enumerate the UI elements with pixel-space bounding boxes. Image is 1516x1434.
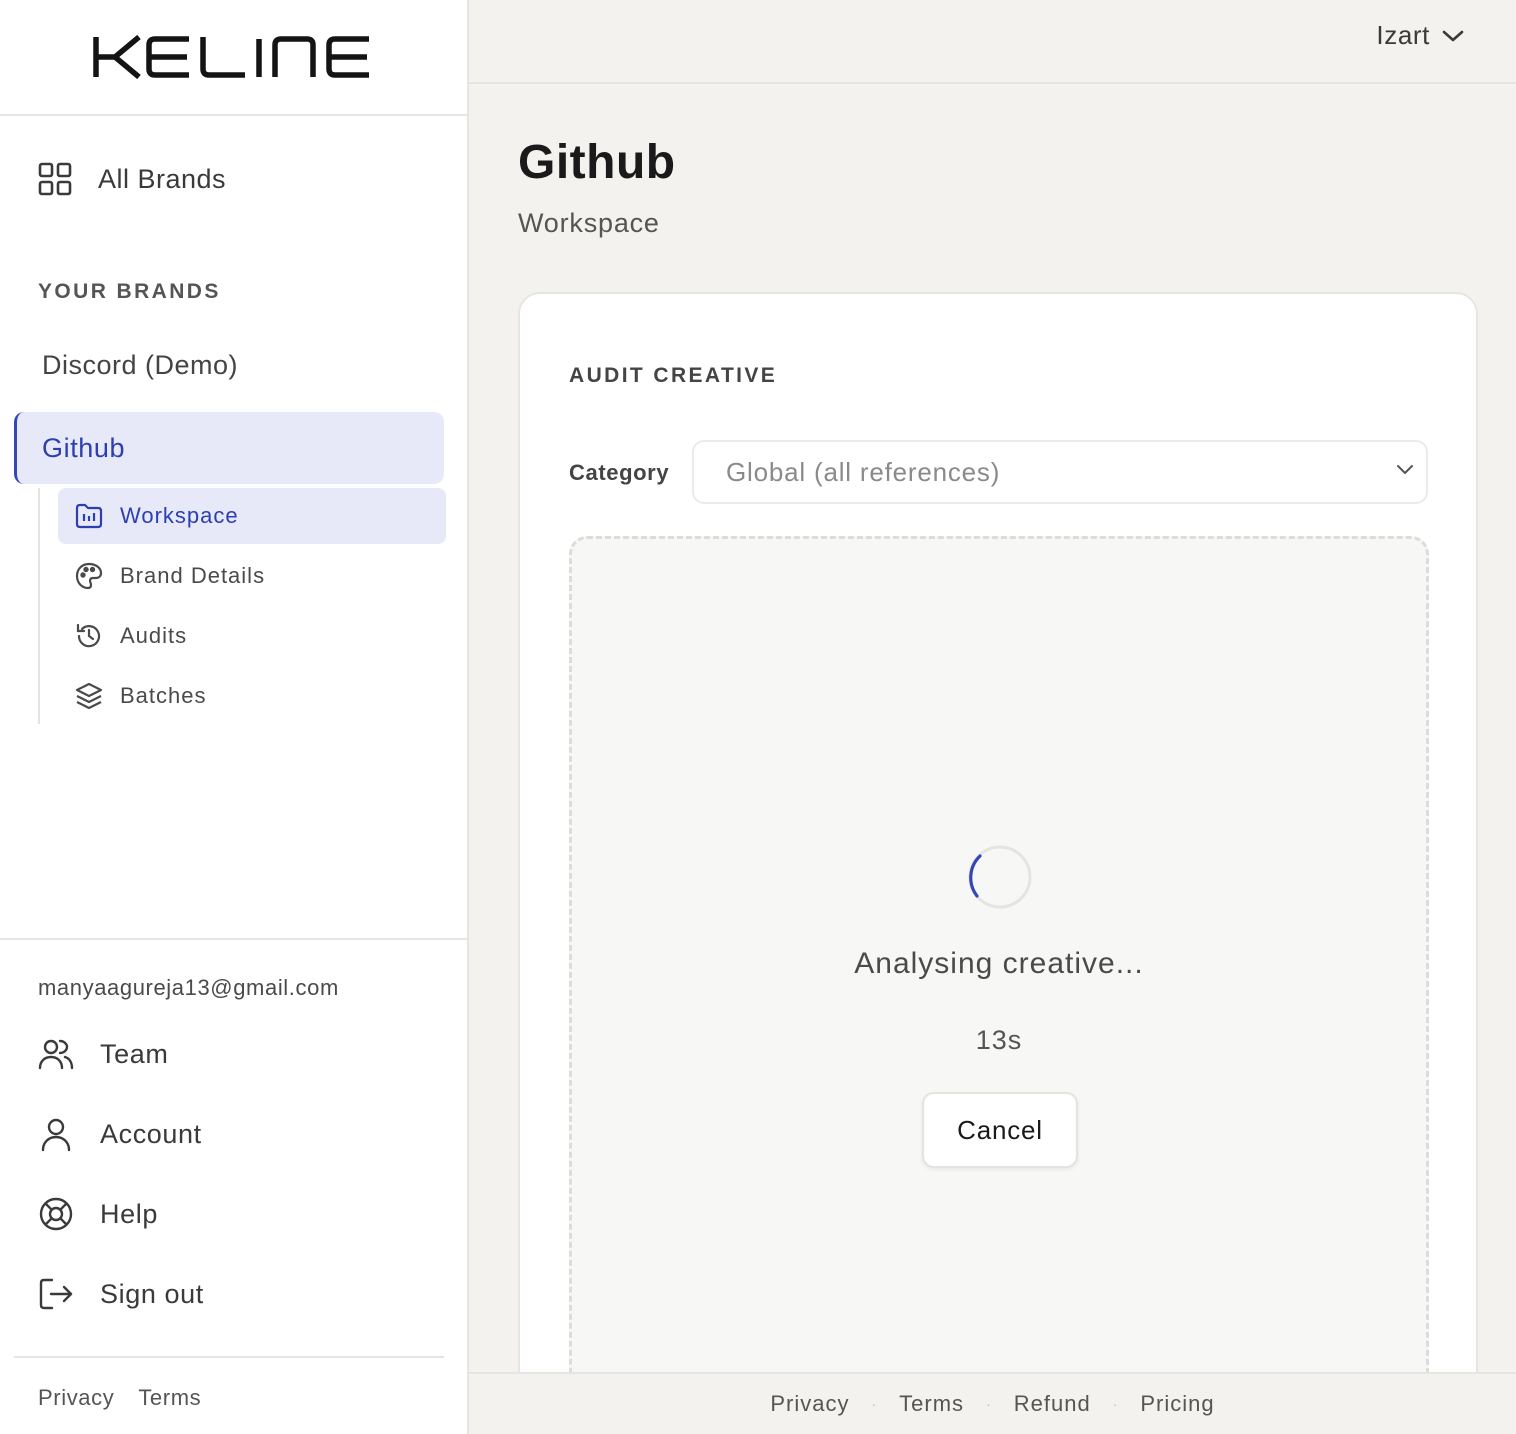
- sidebar: All Brands YOUR BRANDS Discord (Demo) Gi…: [0, 0, 469, 1434]
- folder-chart-icon: [75, 503, 103, 529]
- sidebar-terms-link[interactable]: Terms: [138, 1385, 201, 1411]
- card-title: AUDIT CREATIVE: [569, 364, 778, 387]
- keline-logo[interactable]: [92, 35, 375, 79]
- page-subtitle: Workspace: [518, 208, 660, 238]
- category-value: Global (all references): [726, 456, 1001, 487]
- user-icon: [41, 1118, 71, 1152]
- sub-item-brand-details[interactable]: Brand Details: [58, 548, 446, 604]
- cancel-button[interactable]: Cancel: [922, 1092, 1078, 1168]
- your-brands-heading: YOUR BRANDS: [38, 280, 221, 303]
- team-link[interactable]: Team: [38, 1036, 168, 1072]
- audit-card: AUDIT CREATIVE Category Global (all refe…: [518, 292, 1478, 1432]
- sign-out-link[interactable]: Sign out: [38, 1276, 204, 1312]
- category-label: Category: [569, 460, 670, 485]
- sub-item-label: Workspace: [120, 503, 239, 528]
- sub-item-batches[interactable]: Batches: [58, 668, 446, 724]
- user-name: Izart: [1376, 20, 1430, 50]
- help-link[interactable]: Help: [38, 1196, 158, 1232]
- sidebar-privacy-link[interactable]: Privacy: [38, 1385, 114, 1411]
- sub-item-workspace[interactable]: Workspace: [58, 488, 446, 544]
- chevron-down-icon: [1442, 30, 1464, 41]
- sidebar-footer-links: Privacy Terms: [38, 1385, 201, 1411]
- user-email: manyaagureja13@gmail.com: [38, 975, 339, 1000]
- brand-item-label: Github: [42, 432, 126, 463]
- top-bar: Izart: [469, 0, 1516, 84]
- loading-spinner-icon: [968, 845, 1032, 909]
- sidebar-footer-divider: [14, 1356, 444, 1358]
- sub-item-label: Brand Details: [120, 563, 266, 588]
- account-label: Account: [100, 1118, 202, 1149]
- category-select[interactable]: Global (all references): [692, 440, 1428, 504]
- status-text: Analysing creative...: [854, 947, 1144, 980]
- elapsed-time: 13s: [975, 1025, 1023, 1055]
- all-brands-label: All Brands: [98, 163, 227, 194]
- users-icon: [38, 1039, 74, 1070]
- upload-dropzone[interactable]: Analysing creative... 13s Cancel: [569, 536, 1429, 1430]
- logo-area: [0, 0, 467, 116]
- brand-item-discord[interactable]: Discord (Demo): [42, 350, 238, 381]
- footer-terms-link[interactable]: Terms: [899, 1391, 964, 1417]
- user-menu[interactable]: Izart: [1376, 20, 1464, 51]
- sub-item-label: Audits: [120, 623, 188, 648]
- footer-refund-link[interactable]: Refund: [1014, 1391, 1091, 1417]
- palette-icon: [75, 562, 103, 590]
- history-icon: [76, 623, 101, 648]
- layers-icon: [75, 682, 103, 710]
- sign-out-label: Sign out: [100, 1278, 204, 1309]
- help-label: Help: [100, 1198, 158, 1229]
- grid-icon: [38, 162, 72, 196]
- sub-item-audits[interactable]: Audits: [58, 608, 446, 664]
- brand-sub-nav: Workspace Brand Details Audits Batches: [38, 488, 446, 724]
- lifebuoy-icon: [39, 1197, 73, 1231]
- sign-out-icon: [39, 1278, 73, 1310]
- brand-item-github[interactable]: Github: [14, 412, 444, 484]
- team-label: Team: [100, 1038, 169, 1069]
- footer-privacy-link[interactable]: Privacy: [770, 1391, 849, 1417]
- page-title: Github: [518, 136, 676, 189]
- chevron-down-icon: [1397, 465, 1413, 474]
- footer-separator: ·: [871, 1396, 878, 1412]
- footer-pricing-link[interactable]: Pricing: [1140, 1391, 1214, 1417]
- sub-item-label: Batches: [120, 683, 207, 708]
- account-link[interactable]: Account: [38, 1116, 202, 1152]
- footer-separator: ·: [1112, 1396, 1119, 1412]
- main-footer: Privacy · Terms · Refund · Pricing: [469, 1372, 1516, 1434]
- all-brands-link[interactable]: All Brands: [38, 162, 226, 196]
- sidebar-divider: [0, 938, 467, 940]
- footer-separator: ·: [986, 1396, 992, 1412]
